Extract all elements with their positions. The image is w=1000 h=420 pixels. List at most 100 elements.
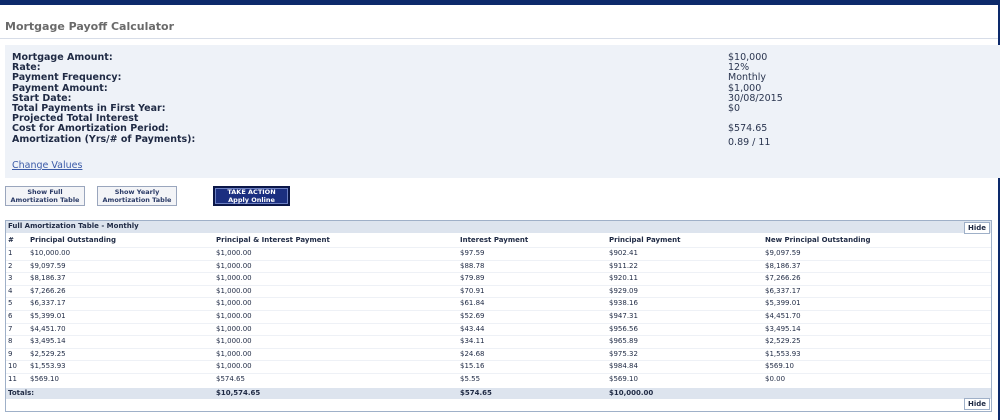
page-title: Mortgage Payoff Calculator <box>5 20 175 33</box>
apply-line2: Apply Online <box>228 196 275 204</box>
cell-row-number: 4 <box>8 286 13 295</box>
cell-row-number: 3 <box>8 274 13 283</box>
show-yearly-line2: Amortization Table <box>102 196 172 204</box>
cell-interest-payment: $70.91 <box>460 286 485 295</box>
totals-interest: $574.65 <box>460 389 492 397</box>
cell-pi-payment: $1,000.00 <box>216 249 252 257</box>
value-amortization: 0.89 / 11 <box>728 136 771 148</box>
cell-principal-outstanding: $6,337.17 <box>30 299 66 308</box>
cell-new-principal-outstanding: $0.00 <box>765 375 786 383</box>
row-divider <box>6 259 991 261</box>
cell-principal-outstanding: $3,495.14 <box>30 337 66 346</box>
cell-row-number: 6 <box>8 312 13 320</box>
cell-pi-payment: $1,000.00 <box>216 349 252 358</box>
value-total-payments-first-year: $0 <box>728 103 741 115</box>
label-payment-amount: Payment Amount: <box>12 82 108 94</box>
show-yearly-amortization-button[interactable]: Show Yearly Amortization Table <box>97 186 177 206</box>
cell-new-principal-outstanding: $1,553.93 <box>765 349 801 358</box>
col-header-principal-outstanding: Principal Outstanding <box>30 236 116 244</box>
cell-row-number: 8 <box>8 337 13 346</box>
label-mortgage-amount: Mortgage Amount: <box>12 52 113 63</box>
cell-new-principal-outstanding: $6,337.17 <box>765 286 801 295</box>
cell-principal-outstanding: $7,266.26 <box>30 286 66 295</box>
cell-principal-payment: $920.11 <box>609 274 638 283</box>
cell-principal-outstanding: $10,000.00 <box>30 249 71 257</box>
totals-bar <box>6 388 991 399</box>
cell-pi-payment: $1,000.00 <box>216 312 252 320</box>
value-mortgage-amount: $10,000 <box>728 52 768 63</box>
title-divider <box>0 38 998 39</box>
cell-principal-outstanding: $9,097.59 <box>30 261 66 270</box>
cell-pi-payment: $1,000.00 <box>216 286 252 295</box>
cell-row-number: 7 <box>8 324 13 333</box>
col-header-new-principal: New Principal Outstanding <box>765 236 871 244</box>
show-yearly-line1: Show Yearly <box>114 188 160 196</box>
cell-interest-payment: $24.68 <box>460 349 485 358</box>
cell-pi-payment: $1,000.00 <box>216 274 252 283</box>
show-full-line1: Show Full <box>27 188 63 196</box>
cell-principal-outstanding: $8,186.37 <box>30 274 66 283</box>
cell-principal-payment: $929.09 <box>609 286 638 295</box>
top-border <box>0 0 1000 5</box>
cell-interest-payment: $61.84 <box>460 299 485 308</box>
summary-panel: Mortgage Amount: Rate: Payment Frequency… <box>5 45 1000 178</box>
cell-pi-payment: $1,000.00 <box>216 324 252 333</box>
row-divider <box>6 247 991 248</box>
cell-principal-payment: $956.56 <box>609 324 638 333</box>
hide-table-button-bottom[interactable]: Hide <box>964 398 990 410</box>
label-amortization: Amortization (Yrs/# of Payments): <box>12 133 196 145</box>
show-full-line2: Amortization Table <box>10 196 80 204</box>
row-divider <box>6 284 991 286</box>
row-divider <box>6 373 991 374</box>
cell-new-principal-outstanding: $569.10 <box>765 362 794 371</box>
row-divider <box>6 360 991 362</box>
cell-interest-payment: $43.44 <box>460 324 485 333</box>
cell-pi-payment: $574.65 <box>216 375 245 383</box>
cell-row-number: 1 <box>8 249 13 257</box>
hide-table-button-top[interactable]: Hide <box>964 222 990 234</box>
cell-new-principal-outstanding: $2,529.25 <box>765 337 801 346</box>
change-values-link[interactable]: Change Values <box>12 160 82 171</box>
cell-row-number: 2 <box>8 261 13 270</box>
cell-principal-payment: $569.10 <box>609 375 638 383</box>
apply-line1: TAKE ACTION <box>227 188 276 196</box>
row-divider <box>6 322 991 324</box>
row-divider <box>6 347 991 349</box>
cell-principal-outstanding: $2,529.25 <box>30 349 66 358</box>
value-start-date: 30/08/2015 <box>728 92 783 104</box>
cell-principal-outstanding: $1,553.93 <box>30 362 66 371</box>
cell-row-number: 11 <box>8 375 17 383</box>
cell-principal-payment: $947.31 <box>609 312 638 320</box>
cell-principal-payment: $902.41 <box>609 249 638 257</box>
amortization-table: Full Amortization Table - Monthly Hide #… <box>5 220 992 412</box>
cell-principal-payment: $965.89 <box>609 337 638 346</box>
cell-interest-payment: $88.78 <box>460 261 485 270</box>
cell-interest-payment: $52.69 <box>460 312 485 320</box>
summary-values: $10,000 12% Monthly $1,000 30/08/2015 $0… <box>728 52 988 148</box>
cell-new-principal-outstanding: $9,097.59 <box>765 249 801 257</box>
cell-principal-payment: $911.22 <box>609 261 638 270</box>
show-full-amortization-button[interactable]: Show Full Amortization Table <box>5 186 85 206</box>
cell-new-principal-outstanding: $8,186.37 <box>765 261 801 270</box>
cell-principal-payment: $984.84 <box>609 362 638 371</box>
cell-row-number: 10 <box>8 362 17 371</box>
cell-interest-payment: $15.16 <box>460 362 485 371</box>
cell-pi-payment: $1,000.00 <box>216 337 252 346</box>
cell-new-principal-outstanding: $5,399.01 <box>765 299 801 308</box>
table-header-bar: Full Amortization Table - Monthly <box>6 221 991 233</box>
totals-pi: $10,574.65 <box>216 389 261 397</box>
col-header-pi-payment: Principal & Interest Payment <box>216 236 330 244</box>
row-divider <box>6 310 991 311</box>
cell-interest-payment: $79.89 <box>460 274 485 283</box>
cell-principal-payment: $975.32 <box>609 349 638 358</box>
row-divider <box>6 335 991 337</box>
cell-pi-payment: $1,000.00 <box>216 299 252 308</box>
summary-labels: Mortgage Amount: Rate: Payment Frequency… <box>12 52 412 145</box>
apply-online-button[interactable]: TAKE ACTION Apply Online <box>213 186 290 206</box>
cell-pi-payment: $1,000.00 <box>216 261 252 270</box>
cell-pi-payment: $1,000.00 <box>216 362 252 371</box>
cell-principal-payment: $938.16 <box>609 299 638 308</box>
value-spacer <box>728 114 988 124</box>
col-header-number: # <box>8 236 14 244</box>
value-projected-interest: $574.65 <box>728 123 768 135</box>
